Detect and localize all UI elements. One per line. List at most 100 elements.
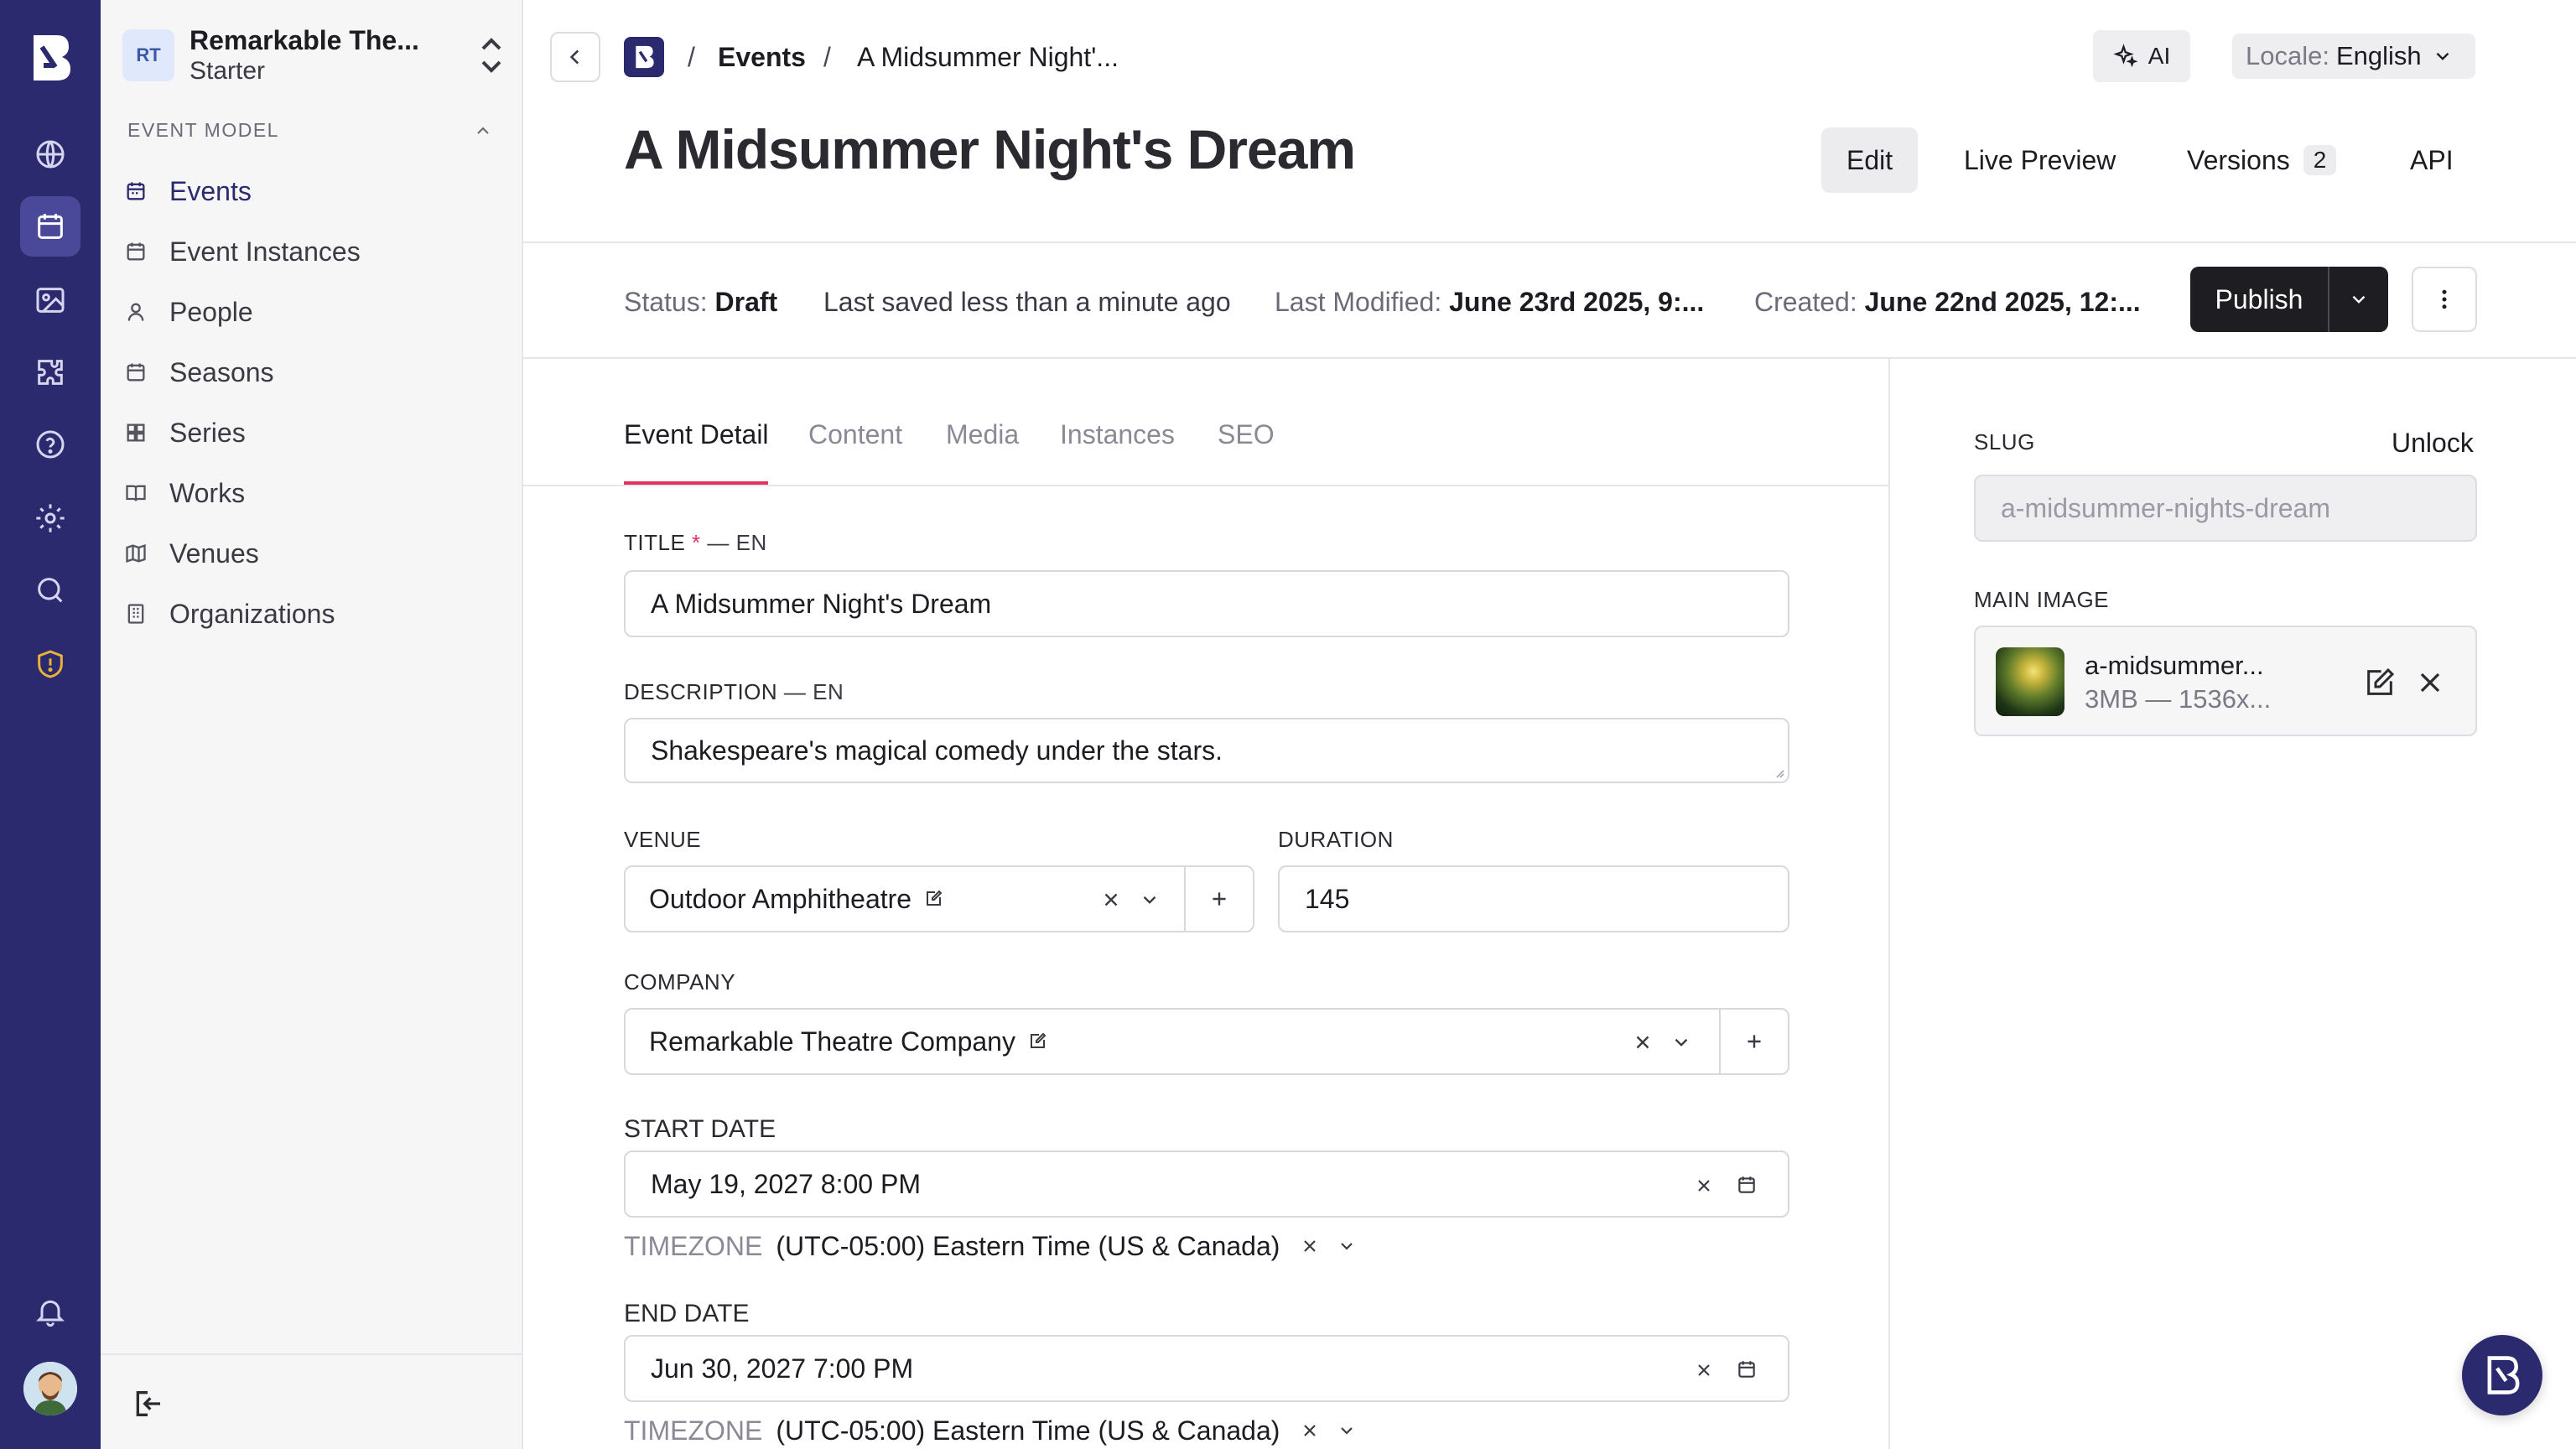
sidebar-item-people[interactable]: People [124, 288, 253, 335]
clear-icon[interactable] [1694, 1360, 1714, 1380]
start-date-input[interactable]: May 19, 2027 8:00 PM [624, 1150, 1789, 1218]
status-bar: Status: Draft Last saved less than a min… [523, 243, 2576, 359]
clear-icon[interactable] [1300, 1236, 1320, 1256]
tab-instances[interactable]: Instances [1060, 419, 1175, 450]
edit-link-icon[interactable] [1027, 1031, 1047, 1052]
chevron-down-icon[interactable] [1337, 1236, 1357, 1256]
org-switcher[interactable]: RT Remarkable The... Starter [122, 25, 508, 86]
globe-icon[interactable] [20, 124, 80, 184]
chevron-down-icon[interactable] [1337, 1420, 1357, 1441]
duration-input[interactable]: 145 [1278, 865, 1789, 932]
tab-live-preview[interactable]: Live Preview [1939, 127, 2141, 193]
sidebar-item-series[interactable]: Series [124, 409, 246, 456]
chevron-down-icon[interactable] [1139, 889, 1161, 911]
brand-logo-icon [2487, 1356, 2520, 1394]
chevron-down-icon[interactable] [1670, 1031, 1692, 1053]
title-label: TITLE * — EN [624, 530, 767, 556]
tab-label: Edit [1846, 144, 1893, 175]
add-venue-button[interactable] [1184, 867, 1253, 931]
company-select[interactable]: Remarkable Theatre Company [624, 1008, 1789, 1075]
app-logo-icon[interactable] [25, 30, 75, 86]
tab-versions[interactable]: Versions 2 [2162, 127, 2361, 193]
description-textarea[interactable]: Shakespeare's magical comedy under the s… [624, 718, 1789, 783]
sidebar-footer [101, 1353, 523, 1449]
clear-icon[interactable] [1100, 889, 1122, 911]
duration-value: 145 [1305, 883, 1350, 914]
image-icon[interactable] [20, 270, 80, 330]
org-plan: Starter [190, 57, 266, 85]
clear-icon[interactable] [1300, 1420, 1320, 1441]
end-timezone-select[interactable]: TIMEZONE (UTC-05:00) Eastern Time (US & … [624, 1412, 1357, 1449]
active-tab-indicator [624, 481, 768, 485]
company-label: COMPANY [624, 969, 736, 995]
back-button[interactable] [550, 32, 600, 82]
section-label: EVENT MODEL [127, 119, 279, 141]
clear-icon[interactable] [1632, 1031, 1654, 1053]
unlock-slug-button[interactable]: Unlock [2392, 428, 2474, 459]
logout-icon[interactable] [131, 1387, 164, 1420]
tab-media[interactable]: Media [946, 419, 1019, 450]
sidebar-item-event-instances[interactable]: Event Instances [124, 228, 361, 275]
tab-seo[interactable]: SEO [1218, 419, 1275, 450]
title-label-text: TITLE [624, 530, 686, 555]
sidebar-item-seasons[interactable]: Seasons [124, 349, 274, 396]
publish-button[interactable]: Publish [2190, 267, 2328, 332]
tab-content[interactable]: Content [808, 419, 902, 450]
sidebar-item-label: Works [169, 477, 246, 508]
page-header: / Events / A Midsummer Night'... AI Loca… [523, 0, 2576, 243]
title-input[interactable]: A Midsummer Night's Dream [624, 570, 1789, 637]
calendar-icon [124, 179, 148, 203]
tab-edit[interactable]: Edit [1821, 127, 1919, 193]
resize-handle-icon[interactable] [1773, 766, 1784, 778]
ai-button[interactable]: AI [2093, 30, 2190, 82]
venue-select[interactable]: Outdoor Amphitheatre [624, 865, 1254, 932]
locale-suffix: — EN [707, 530, 767, 555]
tab-event-detail[interactable]: Event Detail [624, 419, 769, 450]
start-date-value: May 19, 2027 8:00 PM [651, 1168, 921, 1199]
calendar-icon[interactable] [1736, 1358, 1758, 1380]
edit-link-icon[interactable] [923, 889, 943, 909]
slug-label: SLUG [1974, 429, 2035, 454]
calendar-icon [124, 361, 148, 384]
timezone-label: TIMEZONE [624, 1415, 763, 1446]
timezone-label: TIMEZONE [624, 1230, 763, 1261]
search-icon[interactable] [20, 560, 80, 621]
slug-input: a-midsummer-nights-dream [1974, 475, 2477, 542]
person-icon [124, 300, 148, 324]
breadcrumb-events-link[interactable]: Events [718, 39, 806, 75]
chevrons-up-down-icon [475, 34, 508, 77]
calendar-icon[interactable] [1736, 1174, 1758, 1196]
brand-logo-icon[interactable] [624, 37, 664, 77]
calendar-icon[interactable] [20, 196, 80, 257]
locale-select[interactable]: Locale: English [2232, 34, 2475, 79]
end-date-input[interactable]: Jun 30, 2027 7:00 PM [624, 1335, 1789, 1402]
last-modified: Last Modified: June 23rd 2025, 9:... [1275, 283, 1704, 320]
chevron-up-icon[interactable] [473, 121, 493, 141]
tab-api[interactable]: API [2385, 127, 2479, 193]
image-thumbnail[interactable] [1996, 647, 2064, 716]
settings-icon[interactable] [20, 488, 80, 548]
main-image-card: a-midsummer... 3MB — 1536x... [1974, 626, 2477, 736]
bell-icon[interactable] [20, 1281, 80, 1342]
sidebar-item-organizations[interactable]: Organizations [124, 590, 335, 637]
start-timezone-select[interactable]: TIMEZONE (UTC-05:00) Eastern Time (US & … [624, 1228, 1357, 1265]
add-company-button[interactable] [1719, 1010, 1788, 1073]
org-badge: RT [122, 29, 174, 81]
clear-icon[interactable] [1694, 1176, 1714, 1196]
publish-options-button[interactable] [2328, 267, 2388, 332]
org-name: Remarkable The... [190, 25, 419, 55]
puzzle-icon[interactable] [20, 342, 80, 402]
edit-image-icon[interactable] [2363, 666, 2397, 699]
assistant-launcher-button[interactable] [2462, 1335, 2542, 1415]
sidebar-item-events[interactable]: Events [124, 168, 252, 215]
help-icon[interactable] [20, 414, 80, 475]
remove-image-icon[interactable] [2413, 666, 2447, 699]
publish-button-group: Publish [2190, 267, 2388, 332]
sidebar-item-works[interactable]: Works [124, 470, 245, 517]
breadcrumb-current: A Midsummer Night'... [857, 42, 1119, 72]
sidebar-item-venues[interactable]: Venues [124, 530, 259, 577]
shield-alert-icon[interactable] [20, 634, 80, 694]
more-options-button[interactable] [2412, 267, 2477, 332]
avatar[interactable] [23, 1362, 77, 1415]
sidebar: RT Remarkable The... Starter EVENT MODEL… [101, 0, 523, 1449]
